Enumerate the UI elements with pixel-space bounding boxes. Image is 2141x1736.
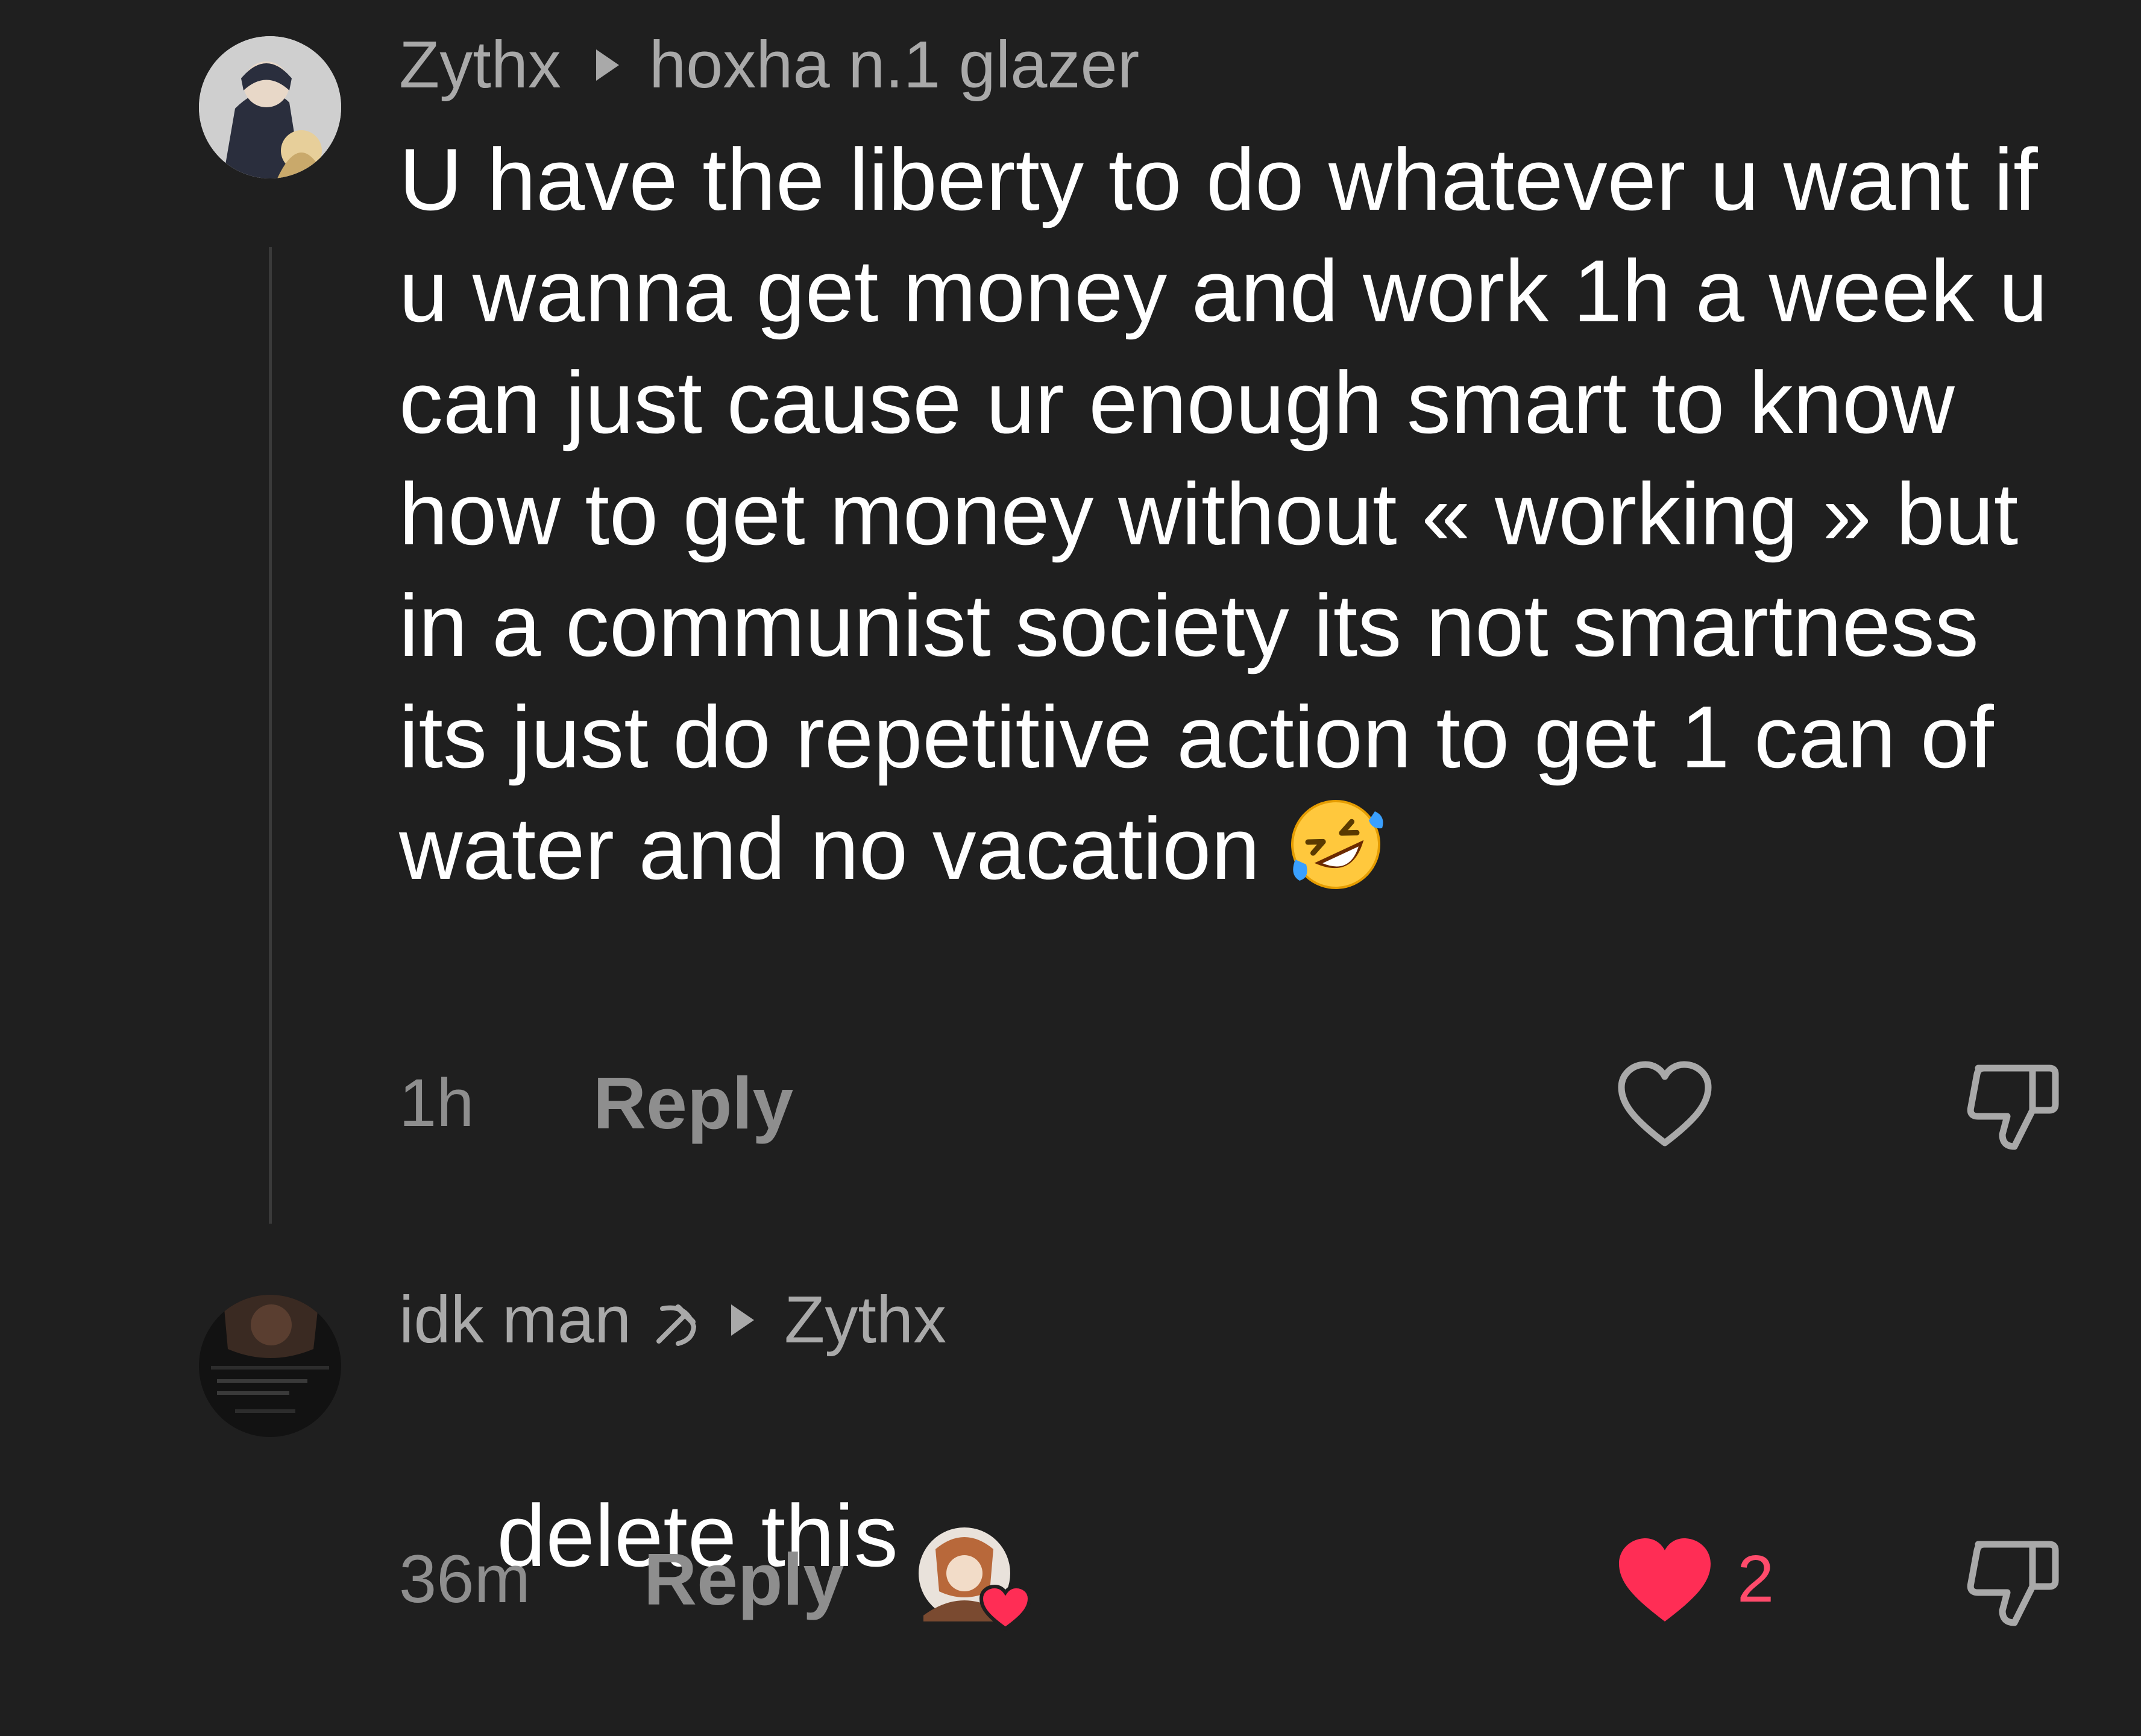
comment-zythx: Zythx hoxha n.1 glazer U have the libert… — [0, 0, 2141, 1230]
comment-text: U have the liberty to do whatever u want… — [399, 124, 2063, 904]
reply-button[interactable]: Reply — [593, 1049, 793, 1157]
reply-to-name[interactable]: hoxha n.1 glazer — [649, 32, 1139, 98]
dislike-icon[interactable] — [1960, 1056, 2063, 1156]
dislike-icon[interactable] — [1960, 1532, 2063, 1632]
reply-to-name[interactable]: Zythx — [784, 1287, 946, 1353]
reply-arrow-icon — [596, 49, 619, 81]
hammer-and-sickle-icon — [650, 1294, 702, 1346]
like-heart-icon[interactable] — [1617, 1536, 1713, 1629]
avatar[interactable] — [199, 1295, 341, 1437]
avatar[interactable] — [199, 36, 341, 178]
timestamp: 1h — [399, 1065, 474, 1140]
author-name[interactable]: idk man — [399, 1287, 631, 1353]
timestamp: 36m — [399, 1541, 530, 1617]
author-name[interactable]: Zythx — [399, 32, 561, 98]
reply-arrow-icon — [731, 1304, 755, 1336]
like-count: 2 — [1737, 1542, 1775, 1616]
thread-line — [269, 247, 272, 1224]
creator-liked-badge — [917, 1525, 1038, 1634]
like-heart-icon[interactable] — [1617, 1060, 1713, 1153]
rolling-on-floor-laughing-emoji — [1284, 793, 1387, 896]
comment-idk-man: idk man Zythx delete this 36m Reply 2 — [0, 1266, 2141, 1736]
comment-header: idk man Zythx — [399, 1284, 946, 1356]
comment-actions: 1h Reply — [399, 1049, 2063, 1157]
comment-actions: 36m Reply 2 — [399, 1525, 2063, 1634]
comment-header: Zythx hoxha n.1 glazer — [399, 29, 1139, 101]
reply-button[interactable]: Reply — [644, 1525, 844, 1634]
comment-text-content: U have the liberty to do whatever u want… — [399, 130, 2072, 898]
